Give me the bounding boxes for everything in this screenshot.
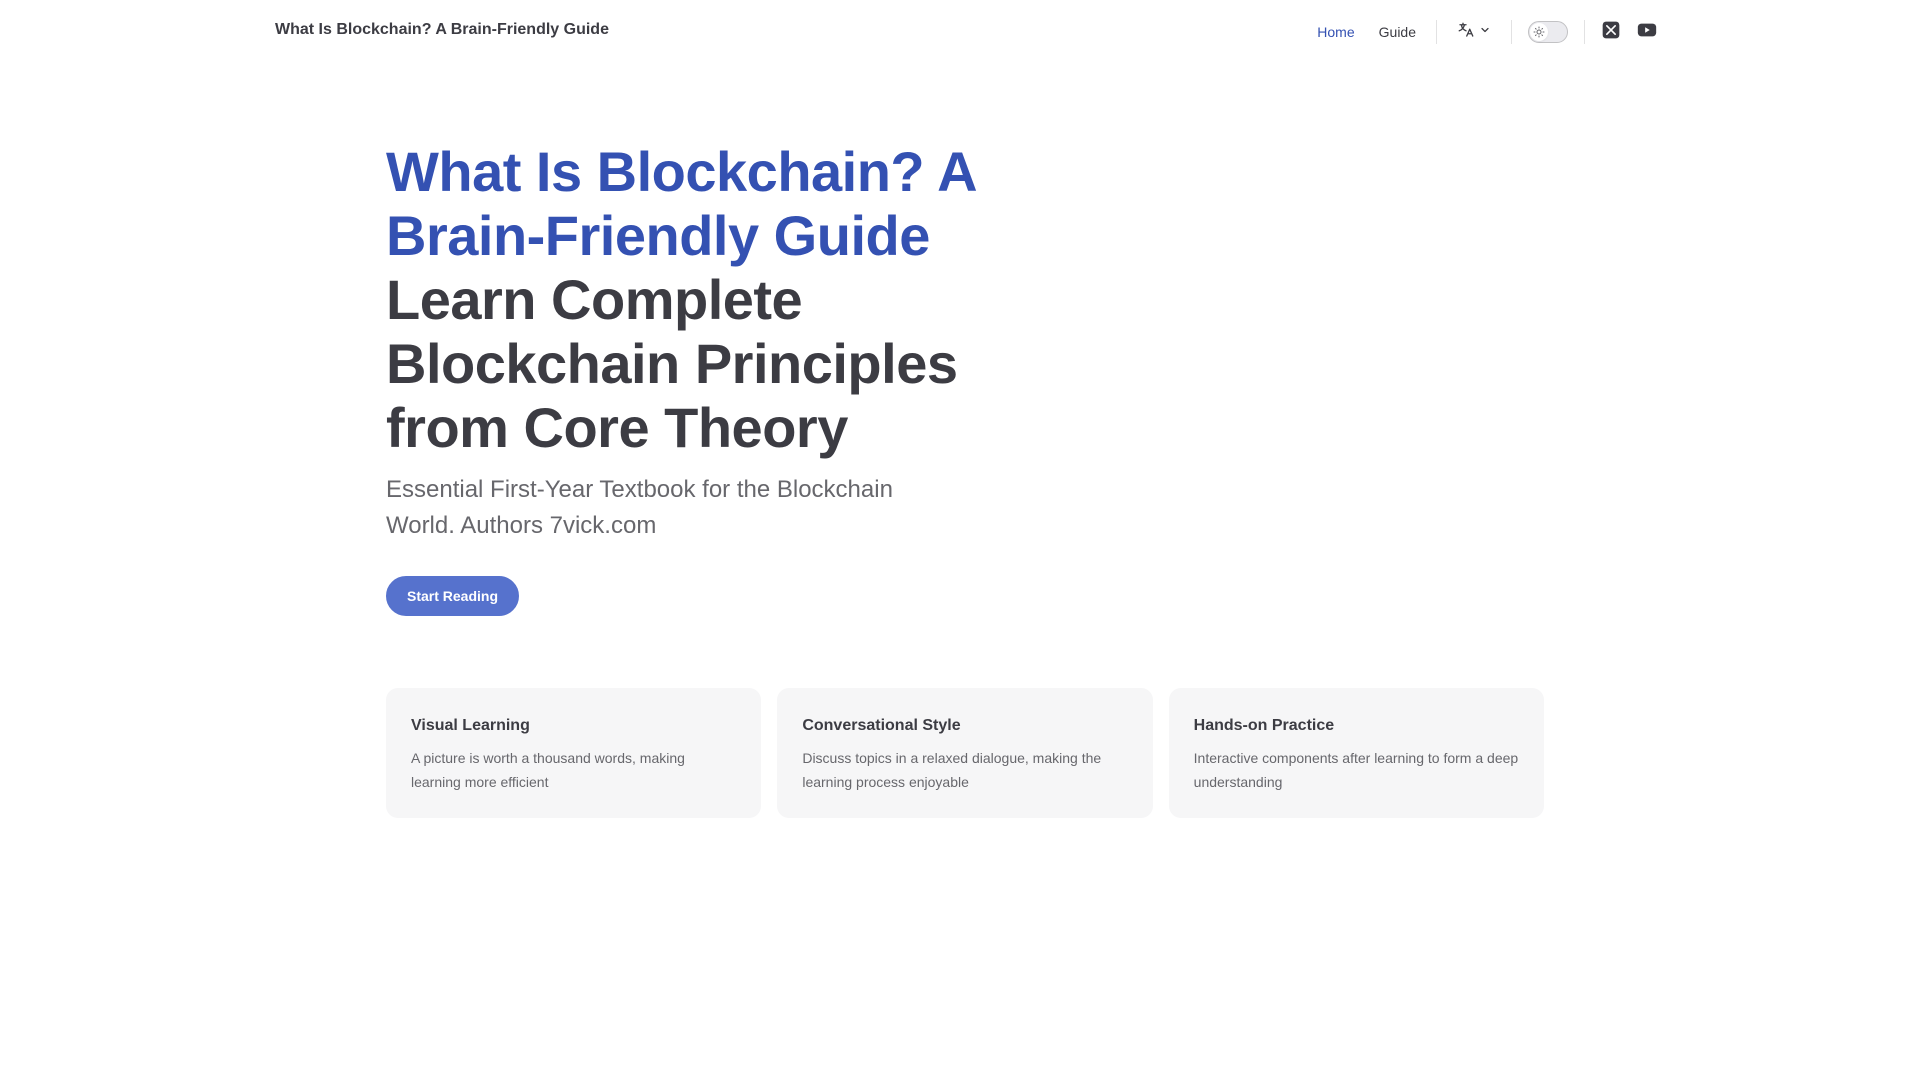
nav-link-home[interactable]: Home (1305, 0, 1366, 64)
feature-title: Visual Learning (411, 717, 530, 734)
feature-title: Hands-on Practice (1193, 717, 1335, 734)
sun-icon (1530, 23, 1548, 41)
hero-tagline: Essential First-Year Textbook for the Bl… (386, 476, 893, 539)
x-twitter-icon (1601, 20, 1621, 45)
language-icon (1457, 21, 1475, 44)
hero-name: What Is Blockchain? A Brain-Friendly Gui… (386, 140, 975, 267)
top-nav: What Is Blockchain? A Brain-Friendly Gui… (0, 0, 1920, 64)
twitter-link[interactable] (1593, 14, 1629, 50)
nav-divider (1511, 20, 1512, 44)
feature-details: A picture is worth a thousand words, mak… (411, 750, 685, 790)
hero-actions: Start Reading (386, 576, 1006, 616)
feature-title: Conversational Style (802, 717, 961, 734)
site-title[interactable]: What Is Blockchain? A Brain-Friendly Gui… (275, 21, 609, 39)
youtube-icon (1636, 19, 1658, 46)
feature-card: Visual Learning A picture is worth a tho… (386, 688, 762, 818)
feature-card: Conversational Style Discuss topics in a… (777, 688, 1153, 818)
feature-card: Hands-on Practice Interactive components… (1168, 688, 1544, 818)
hero-text: Learn Complete Blockchain Principles fro… (386, 268, 958, 459)
nav-right: Home Guide (1305, 0, 1665, 64)
hero-section: What Is Blockchain? A Brain-Friendly Gui… (386, 140, 1006, 616)
feature-details: Discuss topics in a relaxed dialogue, ma… (802, 750, 1102, 790)
feature-details: Interactive components after learning to… (1193, 750, 1519, 790)
youtube-link[interactable] (1629, 14, 1665, 50)
nav-divider (1436, 20, 1437, 44)
nav-divider (1584, 20, 1585, 44)
language-switcher[interactable] (1445, 21, 1503, 44)
start-reading-button[interactable]: Start Reading (386, 576, 520, 616)
theme-toggle[interactable] (1528, 21, 1568, 43)
chevron-down-icon (1479, 23, 1491, 41)
features-section: Visual Learning A picture is worth a tho… (386, 688, 1544, 818)
nav-link-guide[interactable]: Guide (1367, 0, 1428, 64)
